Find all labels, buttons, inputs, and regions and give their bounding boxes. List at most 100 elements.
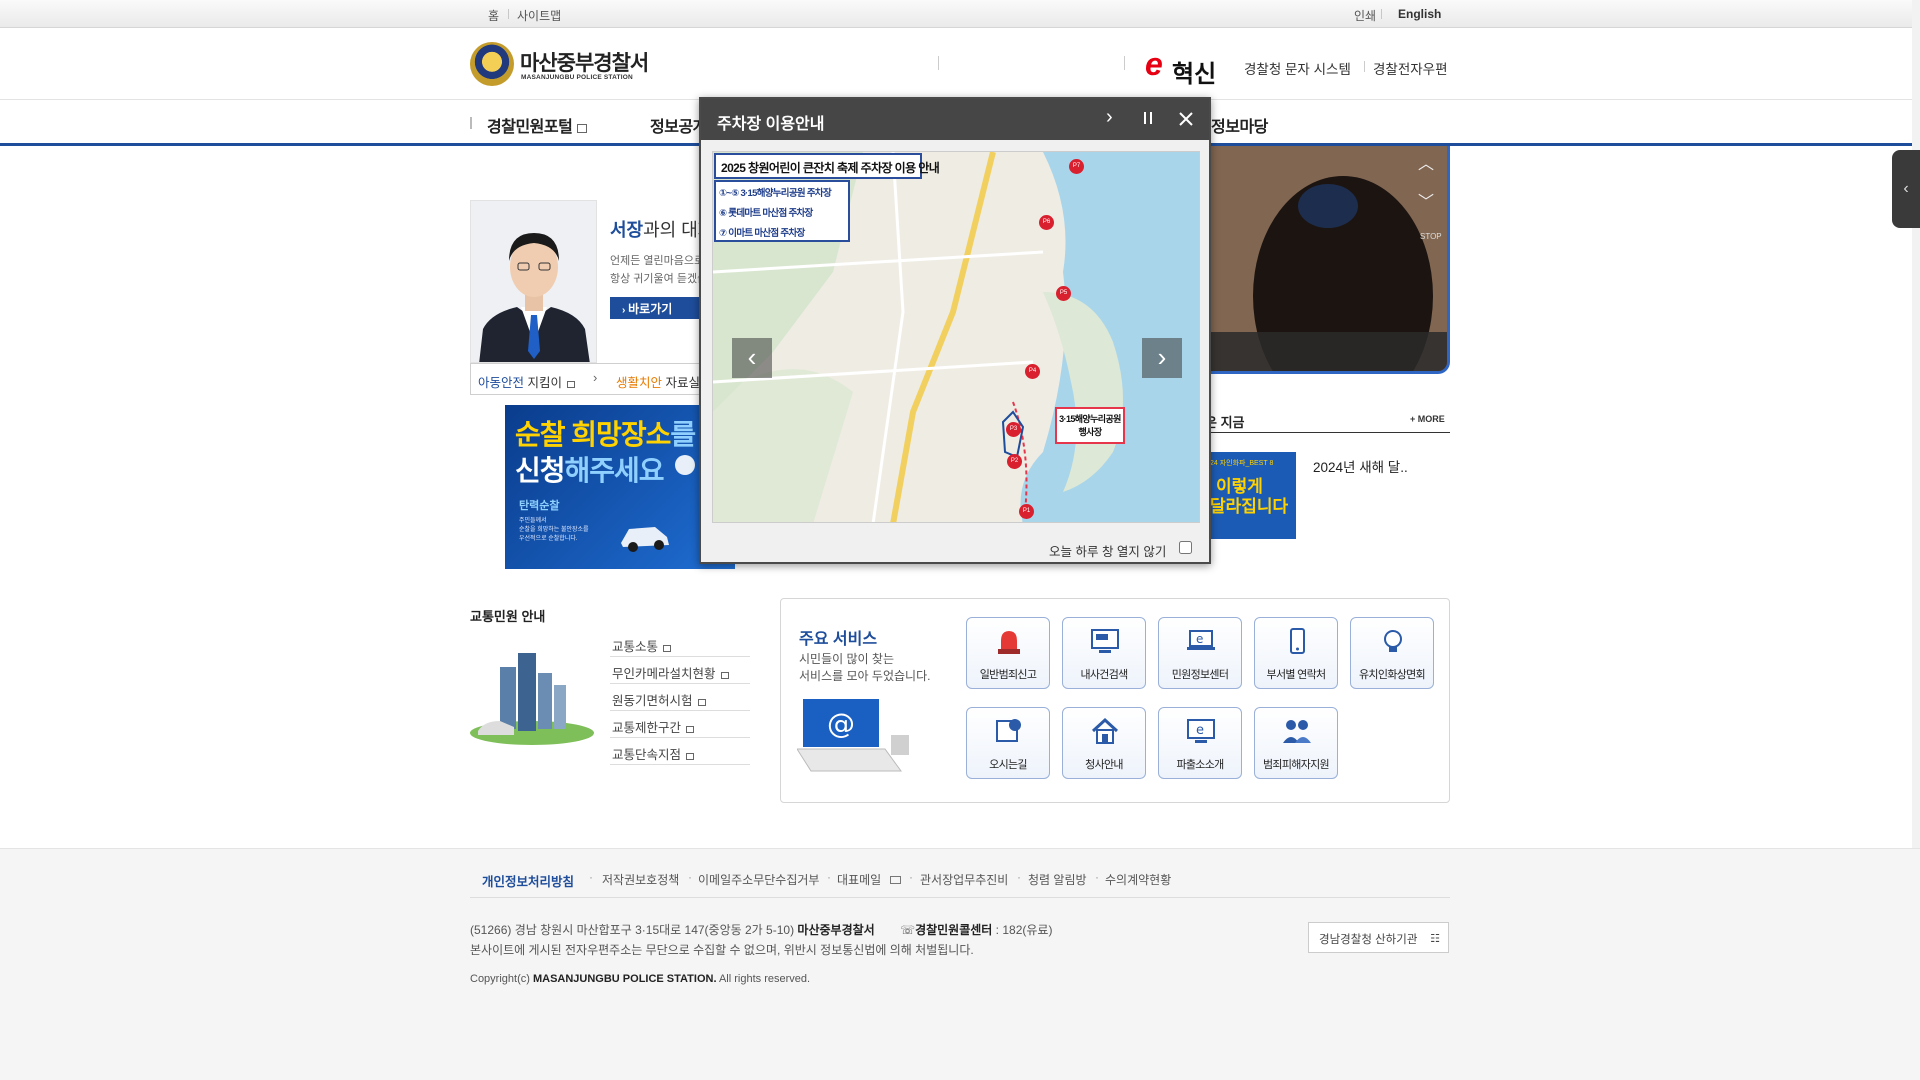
popup-title: 주차장 이용안내 — [717, 116, 825, 133]
sms-system-link[interactable]: 경찰청 문자 시스템 — [1244, 58, 1351, 78]
divider — [508, 9, 509, 19]
traffic-link-restricted[interactable]: 교통제한구간 — [610, 711, 750, 738]
slider-down-icon[interactable]: ﹀ — [1418, 188, 1434, 212]
grid-icon: ☷ — [1430, 933, 1440, 945]
main-visual-slider[interactable]: ︿ ﹀ STOP — [1190, 146, 1450, 374]
slider-up-icon[interactable]: ︿ — [1418, 150, 1434, 174]
dont-show-today-label: 오늘 하루 창 열지 않기 — [1049, 545, 1167, 559]
site-header: 마산중부경찰서 MASANJUNGBU POLICE STATION e 혁신 … — [0, 28, 1920, 100]
affiliated-agencies-button[interactable]: 경남경찰청 산하기관 ☷ — [1308, 922, 1449, 953]
divider — [1364, 61, 1365, 72]
service-directions[interactable]: 오시는길 — [966, 707, 1050, 779]
banner-headline-1a: 순찰 희망장소 — [515, 419, 671, 450]
service-label: 민원정보센터 — [1171, 669, 1229, 681]
banner-sub-title: 탄력순찰 — [519, 500, 560, 512]
footer-address: (51266) 경남 창원시 마산합포구 3·15대로 147(중앙동 2가 5… — [470, 923, 795, 937]
venue-label-line2: 행사장 — [1078, 427, 1102, 437]
news-thumbnail[interactable]: 24 자인화파_BEST 8 이렇게 달라집니다 — [1208, 452, 1296, 539]
slider-stop-button[interactable]: STOP — [1420, 232, 1442, 241]
map-legend: ①~⑤ 3·15해양누리공원 주차장 ⑥ 롯데마트 마산점 주차장 ⑦ 이마트 … — [714, 180, 850, 242]
traffic-link-flow[interactable]: 교통소통 — [610, 630, 750, 657]
map-next-button[interactable]: › — [1142, 338, 1182, 378]
service-victim-support[interactable]: 범죄피해자지원 — [1254, 707, 1338, 779]
chevron-right-icon: › — [593, 370, 598, 385]
child-safety-link[interactable]: 아동안전 지킴이 — [478, 372, 575, 391]
banner-headline-2: 신청해주세요 — [515, 449, 665, 489]
side-panel-toggle[interactable]: ‹ — [1892, 150, 1920, 228]
city-buildings-image — [470, 653, 594, 745]
mail-icon — [890, 876, 902, 884]
new-window-icon — [686, 753, 695, 760]
chief-go-label: 바로가기 — [628, 302, 673, 316]
service-label: 내사건검색 — [1080, 669, 1128, 681]
parking-marker-icon: P5 — [1056, 286, 1071, 301]
venue-label: 3·15해양누리공원 행사장 — [1055, 407, 1125, 444]
chief-desc-line1: 언제든 열린마음으로 — [610, 255, 705, 267]
divider — [938, 56, 939, 70]
service-case-search[interactable]: 내사건검색 — [1062, 617, 1146, 689]
new-window-icon — [567, 381, 575, 388]
footer-address-line: (51266) 경남 창원시 마산합포구 3·15대로 147(중앙동 2가 5… — [470, 921, 1052, 938]
traffic-link-enforcement[interactable]: 교통단속지점 — [610, 738, 750, 765]
nav-item-civil-portal[interactable]: 경찰민원포털 — [487, 113, 588, 137]
location-pin-icon — [675, 455, 695, 475]
copyright-policy-link[interactable]: 저작권보호정책 — [602, 871, 679, 888]
traffic-link-label: 교통단속지점 — [612, 748, 682, 762]
divider: · — [909, 870, 913, 884]
integrity-link[interactable]: 청렴 알림방 — [1028, 871, 1087, 888]
divider: · — [1095, 870, 1099, 884]
popup-header: 주차장 이용안내 › — [701, 99, 1209, 140]
contracts-link[interactable]: 수의계약현황 — [1105, 871, 1171, 888]
divider: · — [827, 870, 831, 884]
privacy-policy-link[interactable]: 개인정보처리방침 — [482, 871, 574, 890]
police-email-link[interactable]: 경찰전자우편 — [1373, 58, 1448, 78]
news-thumb-text-2: 달라집니다 — [1210, 497, 1289, 516]
popup-close-icon[interactable] — [1176, 109, 1196, 129]
site-logo-text[interactable]: 마산중부경찰서 — [520, 47, 649, 77]
traffic-link-label: 교통소통 — [612, 640, 659, 654]
chief-go-button[interactable]: › 바로가기 — [610, 297, 705, 319]
services-desc-2: 서비스를 모아 두었습니다. — [799, 669, 931, 683]
news-more-link[interactable]: + MORE — [1410, 414, 1445, 424]
parking-marker-icon: P2 — [1007, 454, 1022, 469]
new-window-icon — [577, 124, 588, 133]
news-headline[interactable]: 2024년 새해 달.. — [1313, 456, 1408, 476]
popup-pause-icon[interactable] — [1142, 112, 1156, 126]
monitor-search-icon — [1091, 629, 1119, 653]
home-link[interactable]: 홈 — [488, 7, 499, 24]
banner-headline-1: 순찰 희망장소를 — [515, 413, 696, 453]
service-building-info[interactable]: 청사안내 — [1062, 707, 1146, 779]
phone-icon — [1290, 628, 1305, 654]
child-safety-em: 아동안전 — [478, 376, 525, 390]
traffic-link-label: 원동기면허시험 — [612, 694, 693, 708]
news-underline — [1205, 432, 1450, 433]
english-link[interactable]: English — [1398, 7, 1441, 21]
traffic-link-cameras[interactable]: 무인카메라설치현황 — [610, 657, 750, 684]
traffic-link-license[interactable]: 원동기면허시험 — [610, 684, 750, 711]
copyright-post: All rights reserved. — [716, 973, 811, 985]
email-refusal-link[interactable]: 이메일주소무단수집거부 — [698, 871, 819, 888]
police-emblem-logo[interactable] — [470, 42, 514, 86]
patrol-car-icon — [621, 527, 669, 552]
print-link[interactable]: 인쇄 — [1354, 7, 1376, 24]
footer-station: 마산중부경찰서 — [797, 923, 875, 937]
sitemap-link[interactable]: 사이트맵 — [517, 7, 561, 24]
service-crime-report[interactable]: 일반범죄신고 — [966, 617, 1050, 689]
svg-text:e: e — [1196, 723, 1204, 738]
representative-email-link[interactable]: 대표메일 — [837, 871, 902, 888]
nav-item-info-plaza[interactable]: 정보마당 — [1211, 113, 1268, 137]
map-prev-button[interactable]: ‹ — [732, 338, 772, 378]
expenses-link[interactable]: 관서장업무추진비 — [920, 871, 1008, 888]
safety-data-link[interactable]: 생활치안 자료실 — [616, 372, 700, 391]
footer-copyright: Copyright(c) MASANJUNGBU POLICE STATION.… — [470, 973, 810, 985]
new-window-icon — [686, 726, 695, 733]
service-dept-contacts[interactable]: 부서별 연락처 — [1254, 617, 1338, 689]
service-video-visit[interactable]: 유치인화상면회 — [1350, 617, 1434, 689]
popup-next-icon[interactable]: › — [1106, 106, 1126, 130]
service-substations[interactable]: e 파출소소개 — [1158, 707, 1242, 779]
parking-marker-icon: P4 — [1025, 364, 1040, 379]
service-label: 청사안내 — [1085, 759, 1123, 771]
dont-show-today-checkbox[interactable] — [1179, 541, 1192, 554]
service-civil-info[interactable]: e 민원정보센터 — [1158, 617, 1242, 689]
banner-headline-2a: 신청 — [515, 455, 566, 486]
